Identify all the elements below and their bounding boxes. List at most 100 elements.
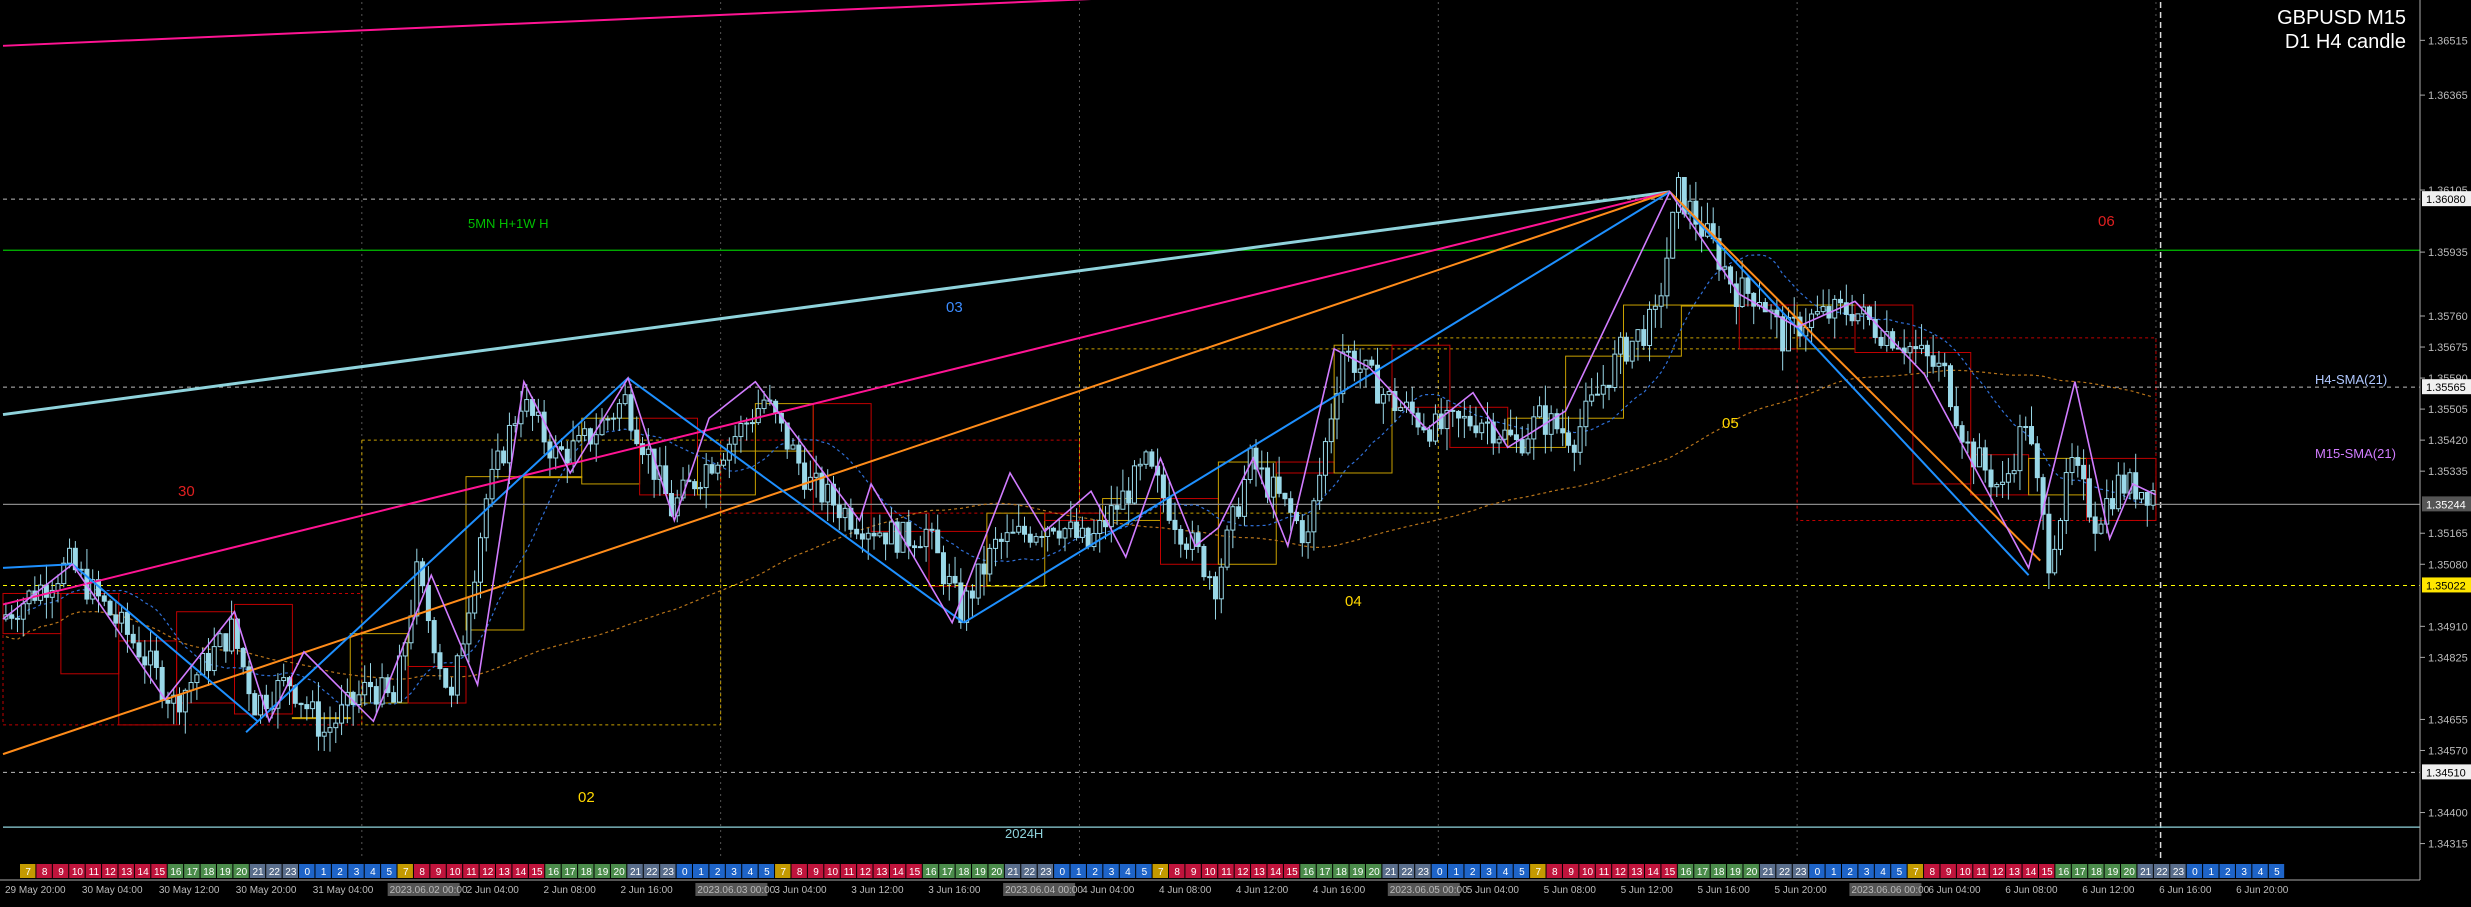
- time-axis-label: 30 May 04:00: [82, 885, 143, 896]
- session-hour-label: 5: [2274, 867, 2280, 878]
- session-hour-label: 11: [1976, 867, 1987, 878]
- candle-body: [715, 464, 721, 474]
- candle-body: [1814, 311, 1820, 315]
- candle-body: [1351, 350, 1357, 373]
- candle-body: [969, 590, 975, 599]
- candle-body: [136, 642, 142, 658]
- candle-body: [356, 694, 362, 706]
- session-hour-label: 16: [925, 867, 937, 878]
- session-hour-label: 9: [1568, 867, 1574, 878]
- candle-body: [2052, 548, 2058, 574]
- candle-body: [1311, 500, 1317, 533]
- candle-body: [1380, 394, 1386, 404]
- candle-body: [1479, 422, 1485, 434]
- session-hour-label: 11: [1221, 867, 1232, 878]
- candle-body: [113, 614, 119, 624]
- time-axis-label: 31 May 04:00: [313, 885, 374, 896]
- session-hour-label: 7: [25, 867, 31, 878]
- chart-window[interactable]: 1.36515 1.36365 1.36105 1.35935 1.35760 1.356…: [0, 0, 2471, 907]
- time-axis-label: 2023.06.02 00:00: [390, 885, 468, 896]
- time-axis-label: 6 Jun 04:00: [1928, 885, 1981, 896]
- candle-body: [1855, 313, 1861, 322]
- session-hour-label: 11: [1599, 867, 1610, 878]
- candle-body: [1976, 447, 1982, 468]
- session-hour-label: 21: [1008, 867, 1020, 878]
- candle-body: [744, 422, 750, 425]
- candle-body: [1126, 490, 1132, 504]
- candle-body: [2017, 426, 2023, 472]
- candle-body: [1496, 438, 1502, 444]
- session-hour-label: 23: [1418, 867, 1430, 878]
- session-hour-label: 23: [1040, 867, 1052, 878]
- session-hour-label: 18: [203, 867, 215, 878]
- session-hour-label: 8: [1174, 867, 1180, 878]
- candle-body: [1218, 566, 1224, 600]
- candle-body: [2046, 513, 2052, 574]
- candle-body: [2144, 491, 2150, 506]
- candle-body: [1427, 429, 1433, 442]
- candle-body: [570, 440, 576, 464]
- candle-body: [1317, 474, 1323, 502]
- candle-body: [1629, 340, 1635, 362]
- candle-body: [2069, 457, 2075, 474]
- session-hour-label: 9: [1946, 867, 1952, 878]
- session-hour-label: 3: [2241, 867, 2247, 878]
- candle-body: [107, 600, 113, 616]
- candle-body: [43, 584, 49, 598]
- session-hour-label: 17: [187, 867, 199, 878]
- candle-body: [472, 581, 478, 614]
- candle-body: [1340, 351, 1346, 395]
- price-chart[interactable]: 1.365151.363651.361051.359351.357601.356…: [0, 0, 2471, 907]
- candle-body: [14, 617, 20, 620]
- price-tick-label: 1.34400: [2428, 808, 2468, 820]
- candle-body: [1641, 329, 1647, 346]
- candle-body: [755, 408, 761, 424]
- session-hour-label: 0: [1060, 867, 1066, 878]
- session-hour-label: 17: [2074, 867, 2086, 878]
- price-tick-label: 1.35935: [2428, 247, 2468, 259]
- session-hour-label: 11: [89, 867, 100, 878]
- session-hour-label: 7: [403, 867, 409, 878]
- session-hour-label: 17: [1697, 867, 1709, 878]
- candle-body: [697, 487, 703, 490]
- candle-body: [1560, 428, 1566, 434]
- session-hour-label: 18: [1336, 867, 1348, 878]
- candle-body: [1282, 492, 1288, 500]
- session-hour-label: 2: [337, 867, 343, 878]
- candle-body: [524, 399, 530, 412]
- session-hour-label: 1: [1453, 867, 1459, 878]
- candle-body: [1566, 432, 1572, 446]
- candle-body: [339, 704, 345, 724]
- candle-body: [813, 472, 819, 478]
- session-hour-label: 2: [1847, 867, 1853, 878]
- session-hour-label: 13: [499, 867, 511, 878]
- candle-body: [1334, 393, 1340, 420]
- candle-body: [315, 701, 321, 737]
- session-hour-label: 16: [2058, 867, 2070, 878]
- candle-body: [1137, 463, 1143, 467]
- candle-body: [1114, 505, 1120, 510]
- candle-body: [321, 731, 327, 737]
- candle-body: [796, 444, 802, 464]
- candle-body: [1652, 305, 1658, 310]
- time-axis-label: 2 Jun 04:00: [467, 885, 520, 896]
- candle-body: [1230, 506, 1236, 531]
- candle-body: [917, 546, 923, 549]
- candle-body: [1502, 429, 1508, 440]
- candle-body: [593, 434, 599, 445]
- candle-body: [1328, 418, 1334, 443]
- candle-body: [732, 436, 738, 445]
- candle-body: [558, 446, 564, 450]
- candle-body: [1751, 292, 1757, 307]
- m15-sma-label: M15-SMA(21): [2315, 446, 2396, 461]
- candle-body: [1965, 441, 1971, 444]
- session-hour-label: 21: [1763, 867, 1775, 878]
- day-03-label: 03: [946, 299, 963, 316]
- session-hour-label: 18: [1713, 867, 1725, 878]
- candle-body: [1606, 384, 1612, 388]
- candle-body: [1207, 576, 1213, 579]
- candle-body: [1820, 306, 1826, 313]
- session-hour-label: 1: [698, 867, 704, 878]
- price-tick-label: 1.34825: [2428, 652, 2468, 664]
- candle-body: [1623, 336, 1629, 362]
